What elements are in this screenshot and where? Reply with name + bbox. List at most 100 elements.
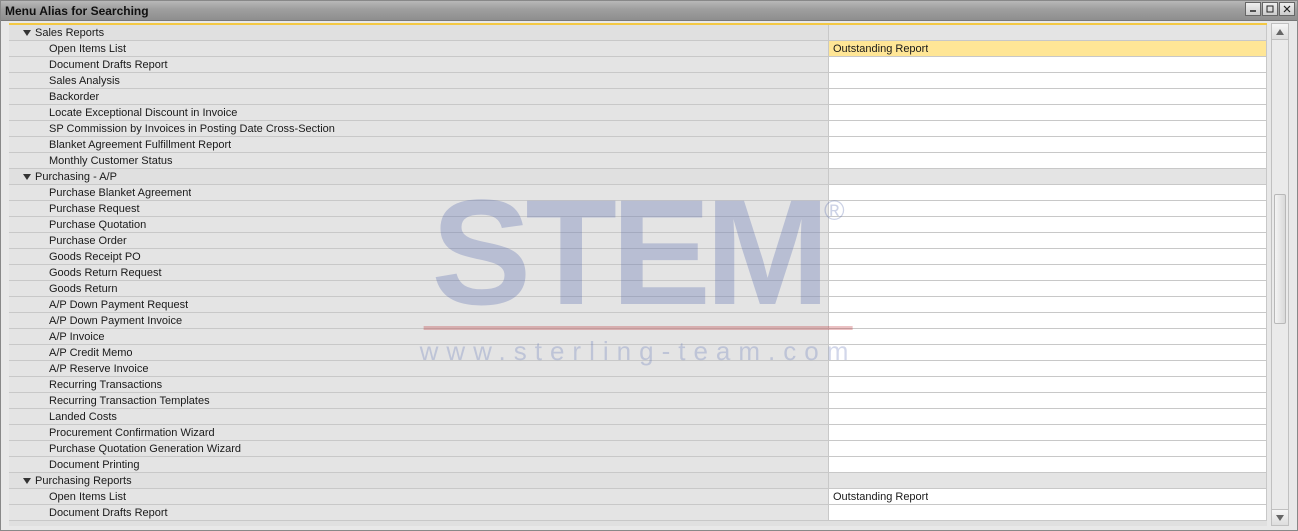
alias-input-cell[interactable] (829, 329, 1267, 344)
alias-input-cell[interactable] (829, 505, 1267, 520)
alias-input-cell[interactable] (829, 393, 1267, 408)
vertical-scrollbar[interactable] (1271, 23, 1289, 526)
tree-item-row[interactable]: A/P Down Payment Invoice (9, 313, 1267, 329)
expand-icon[interactable] (23, 30, 31, 36)
alias-input-cell[interactable] (829, 105, 1267, 120)
alias-input-cell[interactable] (829, 361, 1267, 376)
menu-label-cell[interactable]: Document Drafts Report (9, 57, 829, 72)
tree-item-row[interactable]: Goods Receipt PO (9, 249, 1267, 265)
alias-input-cell[interactable] (829, 89, 1267, 104)
tree-header-row[interactable]: Purchasing - A/P (9, 169, 1267, 185)
tree-item-row[interactable]: SP Commission by Invoices in Posting Dat… (9, 121, 1267, 137)
expand-icon[interactable] (23, 174, 31, 180)
tree-item-row[interactable]: A/P Down Payment Request (9, 297, 1267, 313)
menu-label-cell[interactable]: Document Printing (9, 457, 829, 472)
tree-item-row[interactable]: Procurement Confirmation Wizard (9, 425, 1267, 441)
alias-input-cell[interactable] (829, 441, 1267, 456)
tree-item-row[interactable]: Blanket Agreement Fulfillment Report (9, 137, 1267, 153)
menu-label-cell[interactable]: A/P Down Payment Request (9, 297, 829, 312)
tree-header-row[interactable]: Sales Reports (9, 25, 1267, 41)
alias-input-cell[interactable] (829, 249, 1267, 264)
menu-label-cell[interactable]: Purchase Quotation (9, 217, 829, 232)
menu-label-cell[interactable]: A/P Invoice (9, 329, 829, 344)
tree-item-row[interactable]: Monthly Customer Status (9, 153, 1267, 169)
menu-label-cell[interactable]: Sales Reports (9, 25, 829, 40)
tree-item-row[interactable]: Goods Return (9, 281, 1267, 297)
titlebar[interactable]: Menu Alias for Searching (1, 1, 1297, 21)
tree-item-row[interactable]: Recurring Transaction Templates (9, 393, 1267, 409)
tree-item-row[interactable]: Document Drafts Report (9, 505, 1267, 521)
menu-label-cell[interactable]: Purchase Order (9, 233, 829, 248)
alias-input-cell[interactable]: Outstanding Report (829, 41, 1267, 56)
alias-input-cell[interactable] (829, 233, 1267, 248)
tree-header-row[interactable]: Purchasing Reports (9, 473, 1267, 489)
menu-label-cell[interactable]: Locate Exceptional Discount in Invoice (9, 105, 829, 120)
scroll-down-arrow-icon[interactable] (1272, 509, 1288, 525)
tree-item-row[interactable]: Document Printing (9, 457, 1267, 473)
menu-label-cell[interactable]: Goods Return Request (9, 265, 829, 280)
menu-label-cell[interactable]: Document Drafts Report (9, 505, 829, 520)
menu-label-cell[interactable]: Backorder (9, 89, 829, 104)
alias-input-cell[interactable] (829, 425, 1267, 440)
menu-label-cell[interactable]: Monthly Customer Status (9, 153, 829, 168)
menu-label-cell[interactable]: Purchasing - A/P (9, 169, 829, 184)
close-button[interactable] (1279, 2, 1295, 16)
menu-label-cell[interactable]: Procurement Confirmation Wizard (9, 425, 829, 440)
menu-label-cell[interactable]: Landed Costs (9, 409, 829, 424)
alias-input-cell[interactable] (829, 137, 1267, 152)
tree-item-row[interactable]: Purchase Order (9, 233, 1267, 249)
tree-item-row[interactable]: Document Drafts Report (9, 57, 1267, 73)
menu-label-cell[interactable]: Purchase Quotation Generation Wizard (9, 441, 829, 456)
tree-item-row[interactable]: Locate Exceptional Discount in Invoice (9, 105, 1267, 121)
alias-input-cell[interactable] (829, 345, 1267, 360)
scroll-thumb[interactable] (1274, 194, 1286, 324)
tree-item-row[interactable]: Sales Analysis (9, 73, 1267, 89)
menu-label-cell[interactable]: A/P Reserve Invoice (9, 361, 829, 376)
alias-input-cell[interactable] (829, 73, 1267, 88)
alias-input-cell[interactable] (829, 153, 1267, 168)
tree-item-row[interactable]: Open Items ListOutstanding Report (9, 489, 1267, 505)
menu-label-cell[interactable]: Goods Receipt PO (9, 249, 829, 264)
menu-label-cell[interactable]: Blanket Agreement Fulfillment Report (9, 137, 829, 152)
tree-item-row[interactable]: Open Items ListOutstanding Report (9, 41, 1267, 57)
tree-item-row[interactable]: A/P Invoice (9, 329, 1267, 345)
menu-label-cell[interactable]: Purchase Request (9, 201, 829, 216)
alias-input-cell[interactable] (829, 265, 1267, 280)
tree-item-row[interactable]: Landed Costs (9, 409, 1267, 425)
alias-input-cell[interactable] (829, 217, 1267, 232)
menu-label-cell[interactable]: A/P Down Payment Invoice (9, 313, 829, 328)
alias-input-cell[interactable] (829, 281, 1267, 296)
alias-input-cell[interactable] (829, 201, 1267, 216)
expand-icon[interactable] (23, 478, 31, 484)
tree-item-row[interactable]: A/P Credit Memo (9, 345, 1267, 361)
menu-label-cell[interactable]: Open Items List (9, 41, 829, 56)
alias-input-cell[interactable] (829, 313, 1267, 328)
menu-label-cell[interactable]: Sales Analysis (9, 73, 829, 88)
menu-label-cell[interactable]: Purchasing Reports (9, 473, 829, 488)
menu-label-cell[interactable]: A/P Credit Memo (9, 345, 829, 360)
alias-input-cell[interactable] (829, 297, 1267, 312)
alias-input-cell[interactable] (829, 121, 1267, 136)
menu-label-cell[interactable]: Recurring Transactions (9, 377, 829, 392)
maximize-button[interactable] (1262, 2, 1278, 16)
minimize-button[interactable] (1245, 2, 1261, 16)
alias-input-cell[interactable] (829, 409, 1267, 424)
tree-item-row[interactable]: Backorder (9, 89, 1267, 105)
tree-item-row[interactable]: Purchase Quotation Generation Wizard (9, 441, 1267, 457)
alias-input-cell[interactable] (829, 185, 1267, 200)
alias-input-cell[interactable] (829, 457, 1267, 472)
tree-item-row[interactable]: Purchase Blanket Agreement (9, 185, 1267, 201)
scroll-up-arrow-icon[interactable] (1272, 24, 1288, 40)
tree-item-row[interactable]: Purchase Request (9, 201, 1267, 217)
tree-item-row[interactable]: Recurring Transactions (9, 377, 1267, 393)
menu-label-cell[interactable]: Open Items List (9, 489, 829, 504)
menu-label-cell[interactable]: Goods Return (9, 281, 829, 296)
alias-input-cell[interactable] (829, 57, 1267, 72)
alias-input-cell[interactable]: Outstanding Report (829, 489, 1267, 504)
alias-input-cell[interactable] (829, 377, 1267, 392)
menu-label-cell[interactable]: Purchase Blanket Agreement (9, 185, 829, 200)
tree-item-row[interactable]: Goods Return Request (9, 265, 1267, 281)
menu-label-cell[interactable]: Recurring Transaction Templates (9, 393, 829, 408)
tree-item-row[interactable]: Purchase Quotation (9, 217, 1267, 233)
menu-label-cell[interactable]: SP Commission by Invoices in Posting Dat… (9, 121, 829, 136)
